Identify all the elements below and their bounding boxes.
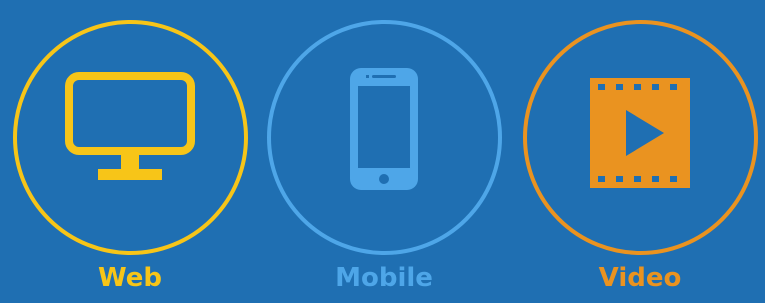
web-label: Web bbox=[98, 263, 162, 293]
video-label: Video bbox=[598, 263, 682, 293]
film-play-icon bbox=[590, 78, 690, 188]
video-feature: Video bbox=[520, 0, 760, 303]
mobile-label: Mobile bbox=[335, 263, 433, 293]
mobile-feature: Mobile bbox=[264, 0, 504, 303]
smartphone-icon bbox=[350, 68, 418, 190]
web-feature: Web bbox=[10, 0, 250, 303]
monitor-icon bbox=[65, 72, 195, 180]
